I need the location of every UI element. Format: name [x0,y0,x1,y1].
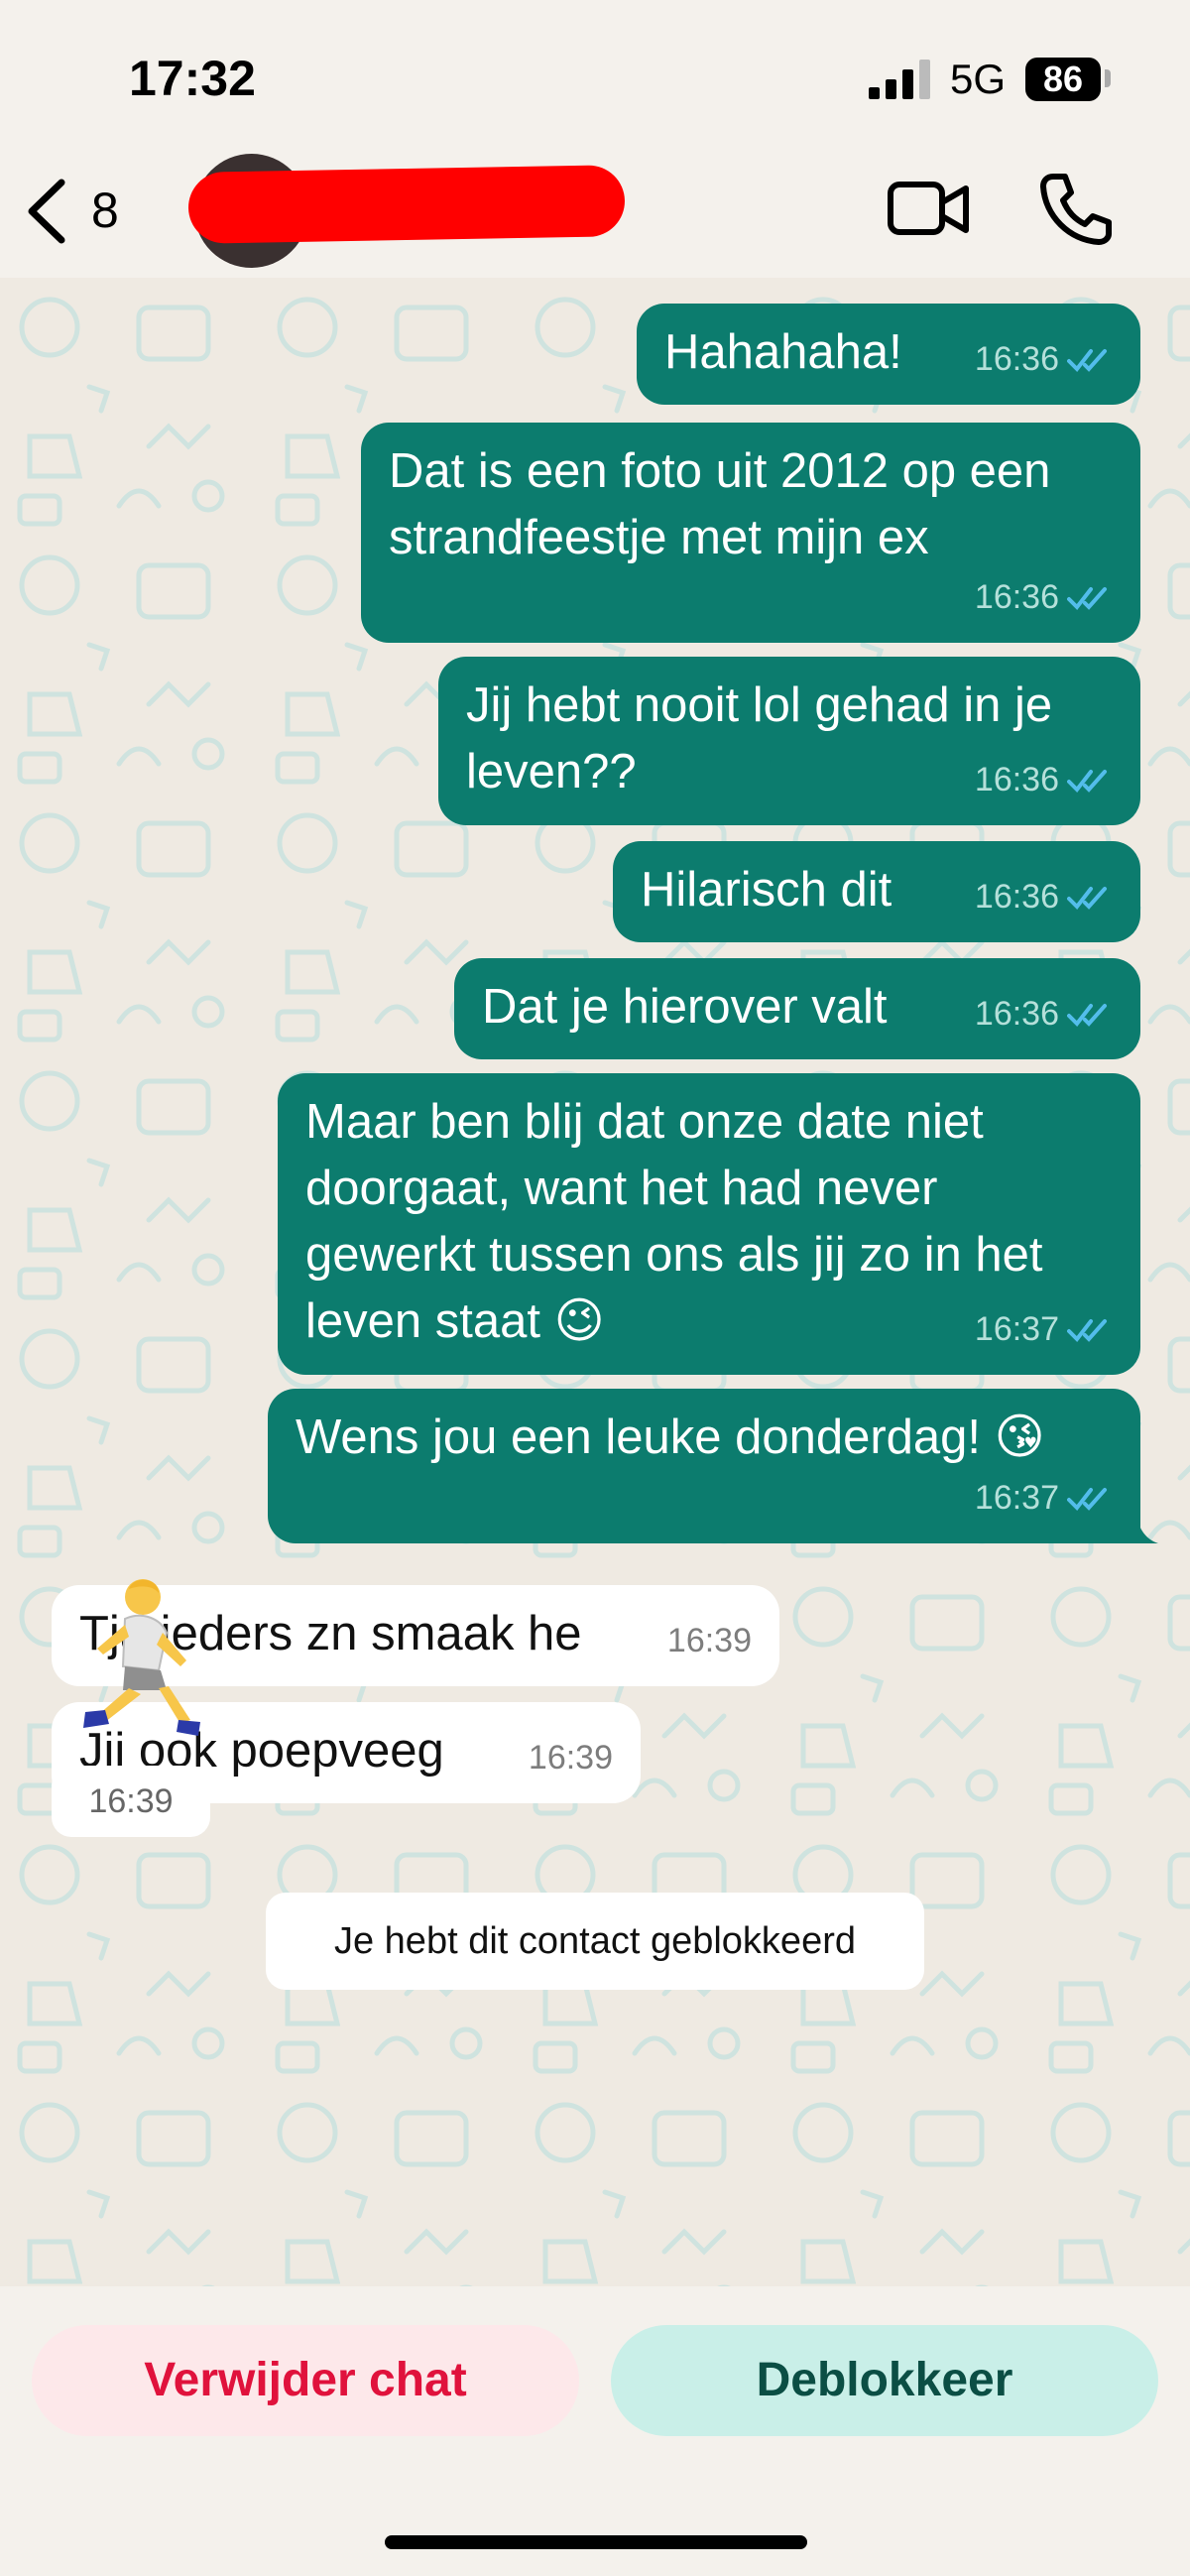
message-meta: 16:39 [529,1725,613,1791]
back-chevron-icon[interactable] [22,177,71,246]
outgoing-message[interactable]: Wens jou een leuke donderdag! 😘 16:37 [268,1389,1140,1543]
redaction-mark [187,165,626,244]
message-meta: 16:36 [975,864,1113,930]
delete-chat-button[interactable]: Verwijder chat [32,2325,579,2436]
outgoing-message[interactable]: Maar ben blij dat onze date niet doorgaa… [278,1073,1140,1375]
sticker-time: 16:39 [52,1766,210,1837]
home-indicator[interactable] [385,2535,807,2549]
read-receipt-icon [1067,348,1107,372]
read-receipt-icon [1067,769,1107,793]
message-meta: 16:36 [975,747,1113,813]
message-text: Wens jou een leuke donderdag! 😘 [296,1411,1045,1464]
read-receipt-icon [1067,1487,1107,1511]
message-text: Jij hebt nooit lol gehad in je leven?? [466,678,1053,798]
read-receipt-icon [1067,586,1107,610]
message-meta: 16:36 [975,981,1113,1047]
blocked-notice: Je hebt dit contact geblokkeerd [266,1893,924,1990]
outgoing-message[interactable]: Hahahaha! 16:36 [637,304,1140,405]
unread-count[interactable]: 8 [91,182,119,239]
outgoing-message[interactable]: Jij hebt nooit lol gehad in je leven?? 1… [438,657,1140,825]
unblock-button[interactable]: Deblokkeer [611,2325,1158,2436]
network-type: 5G [950,56,1007,102]
read-receipt-icon [1067,1003,1107,1027]
message-time: 16:36 [974,340,1059,378]
read-receipt-icon [1067,1318,1107,1342]
outgoing-message[interactable]: Hilarisch dit 16:36 [613,841,1140,942]
message-meta: 16:37 [975,1465,1113,1532]
message-time: 16:36 [974,578,1059,616]
running-person-sticker[interactable] [63,1575,222,1744]
video-call-icon[interactable] [887,175,972,244]
message-meta: 16:36 [975,564,1113,631]
message-time: 16:39 [666,1622,752,1659]
message-text: Maar ben blij dat onze date niet doorgaa… [305,1095,1043,1348]
message-time: 16:36 [974,761,1059,798]
message-time: 16:39 [528,1739,613,1777]
message-text: Dat je hierover valt [482,980,888,1034]
message-time: 16:37 [974,1310,1059,1348]
bubble-tail [1130,1514,1158,1543]
message-meta: 16:37 [975,1296,1113,1363]
message-text: Dat is een foto uit 2012 op een strandfe… [389,444,1051,564]
battery-tip [1105,69,1111,87]
message-meta: 16:39 [667,1608,752,1674]
message-text: Hahahaha! [664,325,902,379]
message-text: Hilarisch dit [641,863,892,917]
phone-call-icon[interactable] [1039,171,1113,246]
battery-icon: 86 [1025,58,1101,101]
message-meta: 16:36 [975,326,1113,393]
read-receipt-icon [1067,886,1107,910]
message-time: 16:36 [974,878,1059,916]
signal-icon [869,60,930,99]
outgoing-message[interactable]: Dat je hierover valt 16:36 [454,958,1140,1059]
outgoing-message[interactable]: Dat is een foto uit 2012 op een strandfe… [361,423,1140,643]
message-time: 16:36 [974,995,1059,1033]
message-time: 16:37 [974,1479,1059,1517]
status-time: 17:32 [129,51,256,106]
